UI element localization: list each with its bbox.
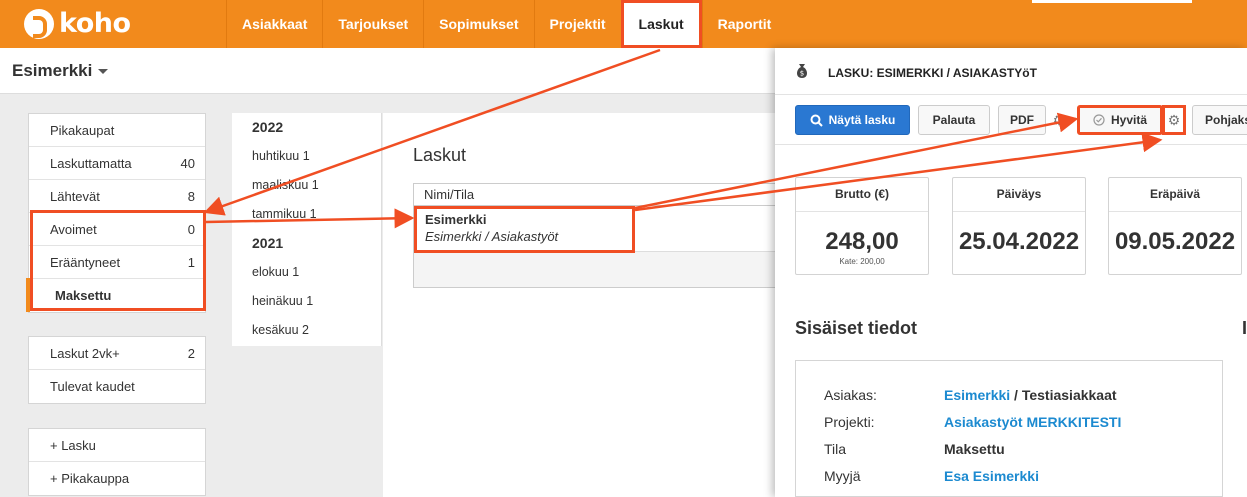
invoice-list-panel (383, 113, 783, 497)
nav-sopimukset[interactable]: Sopimukset (423, 0, 533, 48)
return-button[interactable]: Palauta (918, 105, 990, 135)
period-year: 2022 (252, 119, 284, 135)
customer-value: Esimerkki / Testiasiakkaat (944, 387, 1117, 403)
return-label: Palauta (932, 113, 976, 127)
nav-raportit[interactable]: Raportit (701, 0, 787, 48)
subheader: Esimerkki (0, 48, 780, 94)
column-header[interactable]: Nimi/Tila (414, 184, 782, 206)
panel-title: LASKU: ESIMERKKI / ASIAKASTYöT (828, 66, 1037, 80)
sidebar-item-count: 40 (180, 155, 195, 171)
period-month[interactable]: huhtikuu 1 (232, 142, 381, 171)
stat-value: 248,00 (825, 228, 899, 255)
period-month[interactable]: elokuu 1 (232, 258, 381, 287)
sidebar-item-count: 2 (187, 345, 195, 361)
customer-group: / Testiasiakkaat (1010, 387, 1117, 403)
customer-link[interactable]: Esimerkki (944, 387, 1010, 403)
credit-label: Hyvitä (1110, 113, 1148, 127)
template-label: Pohjaks (1205, 113, 1247, 127)
sidebar-item-lahtevat[interactable]: Lähtevät 8 (29, 180, 205, 213)
panel-toolbar: Näytä lasku Palauta PDF ⚙ Hyvitä ⚙ Pohja… (775, 95, 1247, 145)
stat-margin: Kate: 200,00 (839, 257, 885, 266)
period-year: 2021 (252, 235, 284, 251)
section-title-cut: I (1242, 318, 1247, 338)
koho-logo[interactable]: koho (24, 8, 131, 39)
invoice-list-title: Laskut (413, 145, 467, 165)
stat-gross: Brutto (€) 248,00 Kate: 200,00 (795, 177, 929, 275)
panel-header: $ LASKU: ESIMERKKI / ASIAKASTYöT (775, 48, 1247, 95)
pdf-label: PDF (1010, 113, 1034, 127)
stat-due-date: Eräpäivä 09.05.2022 (1108, 177, 1242, 275)
main-nav: Asiakkaat Tarjoukset Sopimukset Projekti… (226, 0, 786, 48)
project-label: Projekti: (824, 414, 875, 430)
sidebar-item-laskut-2vk[interactable]: Laskut 2vk+ 2 (29, 337, 205, 370)
credit-settings-gear-icon[interactable]: ⚙ (1162, 105, 1186, 135)
stat-date: Päiväys 25.04.2022 (952, 177, 1086, 275)
search-icon (810, 114, 823, 127)
invoice-detail-panel: $ LASKU: ESIMERKKI / ASIAKASTYöT Näytä l… (775, 48, 1247, 497)
check-circle-icon (1093, 114, 1105, 126)
period-month[interactable]: heinäkuu 1 (232, 287, 381, 316)
company-name: Esimerkki (12, 61, 93, 80)
seller-value: Esa Esimerkki (944, 468, 1039, 484)
top-search-field[interactable] (1032, 0, 1192, 3)
logo-text: koho (59, 8, 131, 39)
top-navigation-bar: koho Asiakkaat Tarjoukset Sopimukset Pro… (0, 0, 1247, 48)
svg-text:$: $ (800, 70, 804, 78)
stat-label: Eräpäivä (1109, 178, 1241, 212)
sidebar-item-label: Laskuttamatta (50, 155, 132, 171)
project-link[interactable]: Asiakastyöt MERKKITESTI (944, 414, 1121, 430)
nav-projektit[interactable]: Projektit (533, 0, 621, 48)
nav-tarjoukset[interactable]: Tarjoukset (322, 0, 423, 48)
sidebar-item-pikakaupat[interactable]: Pikakaupat (29, 114, 205, 147)
section-title: Sisäiset tiedot (795, 318, 918, 338)
customer-label: Asiakas: (824, 387, 877, 403)
period-month[interactable]: maaliskuu 1 (232, 171, 381, 200)
seller-link[interactable]: Esa Esimerkki (944, 468, 1039, 484)
pdf-button[interactable]: PDF (998, 105, 1046, 135)
period-month[interactable]: tammikuu 1 (232, 200, 381, 229)
sidebar-actions: + Lasku + Pikakauppa (28, 428, 206, 496)
stat-value: 09.05.2022 (1114, 228, 1236, 255)
nav-asiakkaat[interactable]: Asiakkaat (226, 0, 322, 48)
highlight-sidebar-states (30, 210, 206, 311)
seller-label: Myyjä (824, 468, 861, 484)
add-quicksale-link[interactable]: + Pikakauppa (29, 462, 205, 495)
template-button[interactable]: Pohjaks (1192, 105, 1247, 135)
period-list: 2022 huhtikuu 1 maaliskuu 1 tammikuu 1 2… (232, 113, 382, 346)
stat-value: 25.04.2022 (958, 228, 1080, 255)
caret-down-icon (98, 69, 109, 75)
company-selector[interactable]: Esimerkki (12, 61, 109, 81)
nav-laskut[interactable]: Laskut (620, 0, 702, 48)
sidebar-item-label: Tulevat kaudet (50, 379, 135, 394)
pdf-settings-gear-icon[interactable]: ⚙ (1047, 105, 1071, 135)
stat-label: Päiväys (953, 178, 1085, 212)
stat-label: Brutto (€) (796, 178, 928, 212)
show-invoice-button[interactable]: Näytä lasku (795, 105, 910, 135)
sidebar-extra: Laskut 2vk+ 2 Tulevat kaudet (28, 336, 206, 404)
koho-logo-icon (24, 8, 54, 39)
add-invoice-link[interactable]: + Lasku (29, 429, 205, 462)
project-value: Asiakastyöt MERKKITESTI (944, 414, 1121, 430)
sidebar-item-tulevat-kaudet[interactable]: Tulevat kaudet (29, 370, 205, 403)
credit-button[interactable]: Hyvitä (1077, 105, 1163, 135)
internal-info-box: Asiakas: Esimerkki / Testiasiakkaat Proj… (795, 360, 1223, 497)
state-value: Maksettu (944, 441, 1005, 457)
money-bag-icon: $ (797, 64, 807, 78)
sidebar-item-label: Pikakaupat (50, 122, 115, 138)
add-invoice-label: + Lasku (50, 437, 96, 453)
highlight-invoice-row (414, 206, 635, 253)
sidebar-item-laskuttamatta[interactable]: Laskuttamatta 40 (29, 147, 205, 180)
sidebar-item-label: Lähtevät (50, 188, 100, 204)
sidebar-item-count: 8 (187, 188, 195, 204)
sidebar-item-label: Laskut 2vk+ (50, 345, 120, 361)
state-label: Tila (824, 441, 847, 457)
period-month[interactable]: kesäkuu 2 (232, 316, 381, 345)
add-quicksale-label: + Pikakauppa (50, 471, 130, 486)
show-invoice-label: Näytä lasku (828, 113, 896, 127)
